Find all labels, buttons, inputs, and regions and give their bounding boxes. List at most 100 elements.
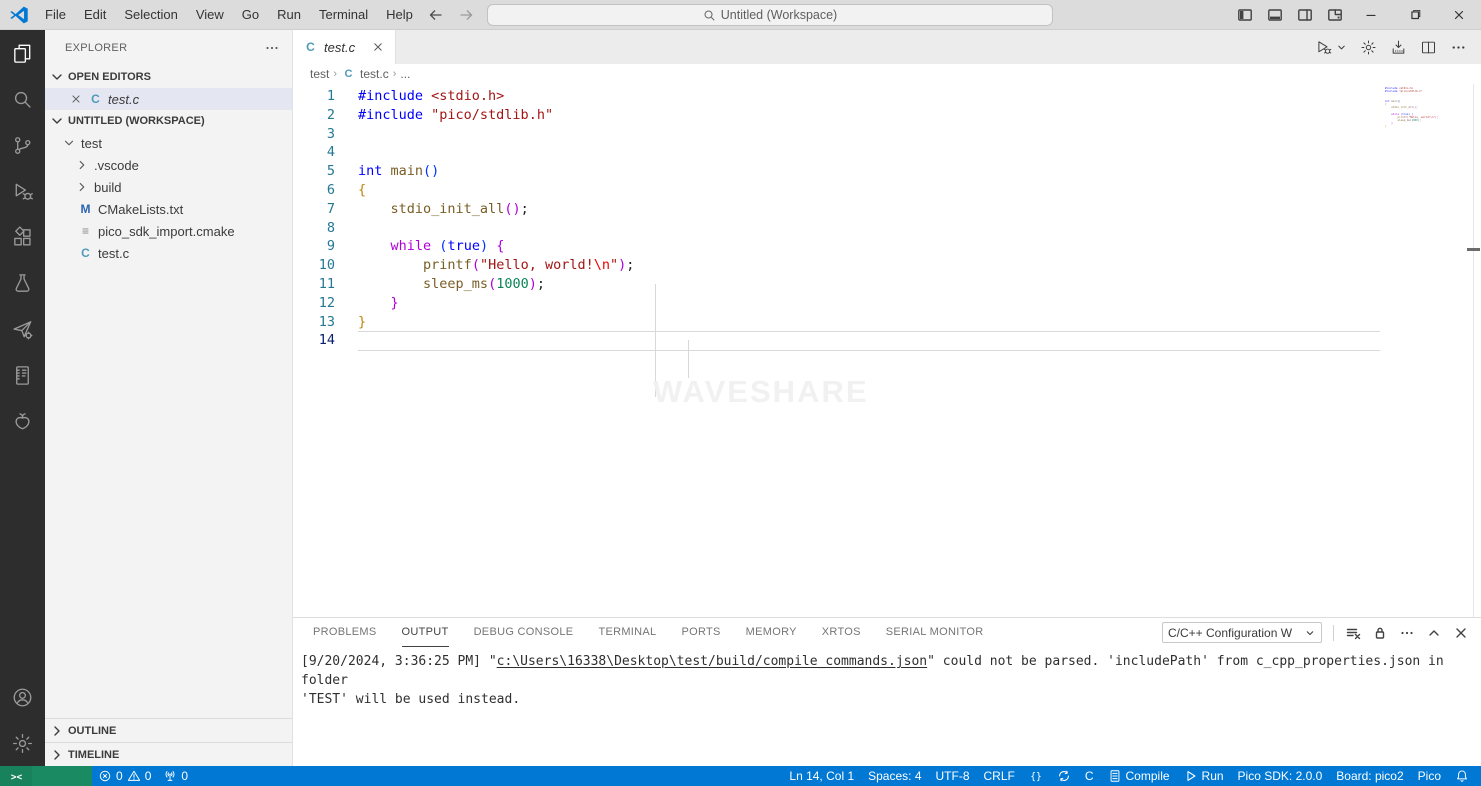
file-.vscode[interactable]: .vscode bbox=[45, 154, 292, 176]
remote-indicator[interactable]: >< bbox=[0, 766, 32, 786]
panel-tab-debug-console[interactable]: DEBUG CONSOLE bbox=[474, 618, 574, 647]
code-editor[interactable]: 1 #include <stdio.h> 2 #include "pico/stdli… bbox=[293, 84, 1481, 617]
line-number: 11 bbox=[318, 275, 335, 292]
panel-tab-xrtos[interactable]: XRTOS bbox=[822, 618, 861, 647]
more-icon[interactable] bbox=[1450, 39, 1467, 56]
scrollbar-track[interactable] bbox=[1473, 84, 1474, 617]
panel-tab-serial-monitor[interactable]: SERIAL MONITOR bbox=[886, 618, 984, 647]
split-icon[interactable] bbox=[1420, 39, 1437, 56]
run-file-icon[interactable] bbox=[1315, 39, 1332, 56]
line-number: 4 bbox=[326, 144, 335, 161]
cursor-position[interactable]: Ln 14, Col 1 bbox=[783, 766, 860, 786]
chevron-up-icon[interactable] bbox=[1426, 625, 1442, 641]
encoding[interactable]: UTF-8 bbox=[930, 766, 976, 786]
compile-project[interactable]: Compile bbox=[1102, 766, 1176, 786]
activitybar-manage[interactable] bbox=[0, 720, 45, 766]
gear-icon[interactable] bbox=[1360, 39, 1377, 56]
minimize-button[interactable] bbox=[1349, 0, 1393, 30]
more-icon[interactable] bbox=[1399, 625, 1415, 641]
language-status[interactable]: {} bbox=[1023, 766, 1049, 786]
notifications[interactable] bbox=[1449, 766, 1475, 786]
breadcrumb-item[interactable]: ... bbox=[400, 67, 410, 81]
source-control-icon bbox=[11, 134, 34, 157]
breadcrumb-item[interactable]: test.c bbox=[360, 67, 389, 81]
status-text: Compile bbox=[1125, 769, 1170, 783]
close-icon[interactable] bbox=[1453, 625, 1469, 641]
activitybar-accounts[interactable] bbox=[0, 674, 45, 720]
menu-run[interactable]: Run bbox=[268, 0, 310, 30]
layout-custom-icon[interactable] bbox=[1327, 7, 1343, 23]
tab-test-c[interactable]: C test.c bbox=[293, 30, 397, 64]
activitybar-datasheets[interactable] bbox=[0, 352, 45, 398]
panel-left-icon[interactable] bbox=[1237, 7, 1253, 23]
menu-view[interactable]: View bbox=[187, 0, 233, 30]
panel-right-icon[interactable] bbox=[1297, 7, 1313, 23]
clear-output-icon[interactable] bbox=[1345, 625, 1361, 641]
status-bar-left: >< 0 0 0 bbox=[0, 766, 194, 786]
file-test.c[interactable]: Ctest.c bbox=[45, 242, 292, 264]
breadcrumb-item[interactable]: test bbox=[310, 67, 329, 81]
menu-file[interactable]: File bbox=[36, 0, 75, 30]
chevron-down-icon bbox=[49, 69, 65, 85]
menu-terminal[interactable]: Terminal bbox=[310, 0, 377, 30]
activitybar-run-and-debug[interactable] bbox=[0, 168, 45, 214]
panel-tab-ports[interactable]: PORTS bbox=[681, 618, 720, 647]
lock-icon[interactable] bbox=[1372, 625, 1388, 641]
remote-indicator-pad[interactable] bbox=[32, 766, 92, 786]
code-line-6: 6{ bbox=[293, 181, 1481, 200]
open-editors-header[interactable]: OPEN EDITORS bbox=[45, 66, 292, 88]
pico-extension[interactable]: Pico bbox=[1412, 766, 1447, 786]
menu-help[interactable]: Help bbox=[377, 0, 422, 30]
indentation[interactable]: Spaces: 4 bbox=[862, 766, 927, 786]
panel-bottom-icon[interactable] bbox=[1267, 7, 1283, 23]
command-center-search[interactable]: Untitled (Workspace) bbox=[487, 4, 1053, 26]
code-line-4: 4 bbox=[293, 143, 1481, 162]
file-pico_sdk_import.cmake[interactable]: ≡ pico_sdk_import.cmake bbox=[45, 220, 292, 242]
run-project[interactable]: Run bbox=[1178, 766, 1230, 786]
chevron-down-icon[interactable] bbox=[1336, 42, 1347, 53]
panel-tab-output[interactable]: OUTPUT bbox=[401, 618, 449, 647]
file-test[interactable]: test bbox=[45, 132, 292, 154]
activitybar-source-control[interactable] bbox=[0, 122, 45, 168]
maximize-button[interactable] bbox=[1393, 0, 1437, 30]
problems-summary[interactable]: 00 bbox=[92, 766, 157, 786]
explorer-sidebar: EXPLORER OPEN EDITORS Ctest.c UNTITLED (W… bbox=[45, 30, 293, 766]
language-mode[interactable]: C bbox=[1079, 766, 1100, 786]
board-selector[interactable]: Board: pico2 bbox=[1330, 766, 1409, 786]
forwarded-ports[interactable]: 0 bbox=[157, 766, 194, 786]
activitybar-raspberry-pi[interactable] bbox=[0, 398, 45, 444]
nav-forward-icon[interactable] bbox=[458, 7, 474, 23]
section-timeline[interactable]: TIMELINE bbox=[45, 742, 292, 766]
menu-selection[interactable]: Selection bbox=[115, 0, 186, 30]
tab-bar: C test.c bbox=[293, 30, 1481, 64]
end-of-line[interactable]: CRLF bbox=[978, 766, 1021, 786]
activitybar-explorer[interactable] bbox=[0, 30, 45, 76]
close-button[interactable] bbox=[1437, 0, 1481, 30]
close-small-icon[interactable] bbox=[69, 92, 83, 106]
minimap[interactable]: #include <stdio.h> #include "pico/stdlib.… bbox=[1385, 87, 1438, 132]
tab-close-icon[interactable] bbox=[371, 40, 385, 54]
output-channel-dropdown[interactable]: C/C++ Configuration W bbox=[1162, 622, 1322, 643]
deploy-icon[interactable] bbox=[1390, 39, 1407, 56]
activitybar-pico-sdk[interactable] bbox=[0, 306, 45, 352]
open-editor-test.c[interactable]: Ctest.c bbox=[45, 88, 292, 110]
section-outline[interactable]: OUTLINE bbox=[45, 718, 292, 742]
panel-tab-terminal[interactable]: TERMINAL bbox=[598, 618, 656, 647]
panel-tab-memory[interactable]: MEMORY bbox=[746, 618, 797, 647]
activitybar-extensions[interactable] bbox=[0, 214, 45, 260]
workspace-header[interactable]: UNTITLED (WORKSPACE) bbox=[45, 110, 292, 132]
menu-edit[interactable]: Edit bbox=[75, 0, 115, 30]
pico-sdk-version[interactable]: Pico SDK: 2.0.0 bbox=[1232, 766, 1329, 786]
output-file-link[interactable]: c:\Users\16338\Desktop\test/build/compil… bbox=[497, 654, 927, 669]
file-CMakeLists.txt[interactable]: M CMakeLists.txt bbox=[45, 198, 292, 220]
panel-tab-problems[interactable]: PROBLEMS bbox=[313, 618, 377, 647]
line-number: 12 bbox=[318, 294, 335, 311]
nav-back-icon[interactable] bbox=[428, 7, 444, 23]
panel-divider bbox=[1333, 624, 1334, 641]
sync-indicator[interactable] bbox=[1051, 766, 1077, 786]
explorer-more-actions-icon[interactable] bbox=[264, 40, 280, 56]
activitybar-testing[interactable] bbox=[0, 260, 45, 306]
menu-go[interactable]: Go bbox=[233, 0, 268, 30]
file-build[interactable]: build bbox=[45, 176, 292, 198]
activitybar-search[interactable] bbox=[0, 76, 45, 122]
